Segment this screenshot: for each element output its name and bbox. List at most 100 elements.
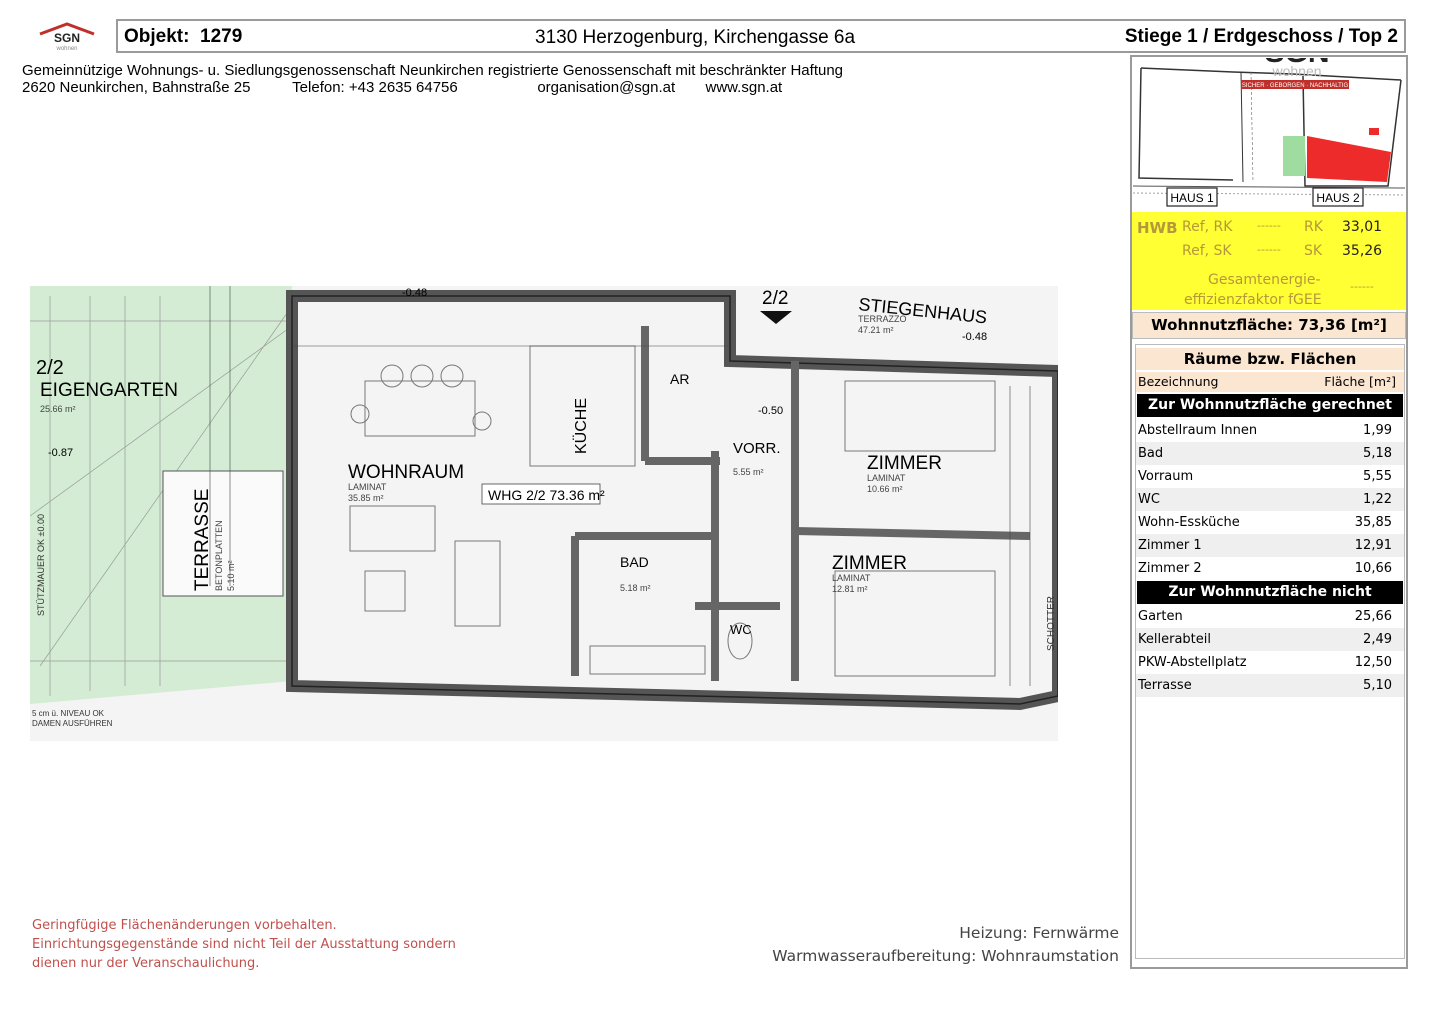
col-area: Fläche [m²] [1324,374,1396,389]
ref-sk-label: Ref, SK [1182,243,1232,259]
object-address: 3130 Herzogenburg, Kirchengasse 6a [535,27,856,48]
object-label: Objekt: [124,26,190,47]
logo-subtext: wohnen [55,46,77,52]
rooms-title: Räume bzw. Flächen [1136,348,1404,370]
company-email: organisation@sgn.at [537,79,676,96]
room-name: Kellerabteil [1138,632,1211,647]
room-area: 5,18 [1363,446,1392,461]
wohnraum-area: 35.85 m² [348,493,384,503]
room-area: 12,91 [1354,538,1392,553]
room-name: Vorraum [1138,469,1194,484]
room-area: 12,50 [1354,655,1392,670]
room-row: Wohn-Essküche 35,85 [1136,511,1404,534]
room-area: 25,66 [1354,609,1392,624]
heating: Heizung: Fernwärme [959,924,1119,942]
zimmer2-floor: LAMINAT [832,573,871,583]
energy-box: HWB Ref, RK ------ RK 33,01 Ref, SK ----… [1132,212,1406,310]
stiegenhaus-floor: TERRAZZO [858,314,907,324]
schotter-label: SCHOTTER [1046,596,1057,651]
room-row: Bad 5,18 [1136,442,1404,465]
niveau-note-1: 5 cm ü. NIVEAU OK [32,709,105,718]
fgee-label-1: Gesamtenergie- [1208,272,1321,288]
floor-plan: 2/2 EIGENGARTEN 25.66 m² TERRASSE BETONP… [30,286,1058,741]
hot-water: Warmwasseraufbereitung: Wohnraumstation [772,947,1119,965]
ref-rk-value: ------ [1257,219,1281,232]
hwb-label: HWB [1137,219,1178,237]
company-street: 2620 Neunkirchen, Bahnstraße 25 [22,79,251,96]
company-contact: 2620 Neunkirchen, Bahnstraße 25 Telefon:… [22,79,782,96]
object-number: 1279 [200,26,243,47]
stuetzmauer-label: STÜTZMAUER OK ±0.00 [36,514,46,616]
haus2-label: HAUS 2 [1316,191,1360,205]
level-3: -0.50 [758,405,783,417]
room-name: Abstellraum Innen [1138,423,1258,438]
room-area: 5,55 [1363,469,1392,484]
room-name: Wohn-Essküche [1138,515,1240,530]
zimmer2-label: ZIMMER [832,553,907,574]
section-included: Zur Wohnnutzfläche gerechnet [1137,394,1403,417]
level-1: -0.48 [402,287,427,299]
wohnraum-label: WOHNRAUM [348,462,464,483]
section-excluded: Zur Wohnnutzfläche nicht gerechnet [1137,581,1403,623]
room-row: Garten 25,66 [1136,605,1404,628]
watermark-slogan: SICHER · GEBORGEN · NACHHALTIG [1242,83,1349,89]
niveau-note-2: DAMEN AUSFÜHREN [32,719,113,728]
room-name: Bad [1138,446,1164,461]
eigengarten-label: EIGENGARTEN [40,380,178,401]
vorr-label: VORR. [733,440,781,457]
room-name: WC [1138,492,1160,507]
room-row: WC 1,22 [1136,488,1404,511]
wc-label: WC [730,622,752,637]
terrasse-label: TERRASSE [192,489,213,591]
ar-label: AR [670,371,689,387]
company-name: Gemeinnützige Wohnungs- u. Siedlungsgeno… [22,62,844,79]
room-area: 35,85 [1354,515,1392,530]
vorr-area: 5.55 m² [733,467,764,477]
room-area: 2,49 [1363,632,1392,647]
company-web: www.sgn.at [705,79,783,96]
company-phone: Telefon: +43 2635 64756 [292,79,458,96]
room-name: PKW-Abstellplatz [1138,655,1247,670]
eigengarten-nr: 2/2 [36,357,64,379]
site-plan: HAUS 1 HAUS 2 SGN wohnen SICHER · GEBORG… [1133,58,1405,210]
eigengarten-area: 25.66 m² [40,404,76,414]
zimmer1-label: ZIMMER [867,453,942,474]
haus1-label: HAUS 1 [1170,191,1214,205]
ref-sk-value: ------ [1257,243,1281,256]
heating-info: Heizung: Fernwärme Warmwasseraufbereitun… [772,922,1119,968]
rk-label: RK [1304,219,1323,235]
logo-text: SGN [54,31,80,45]
terrasse-sub: BETONPLATTEN [214,520,224,591]
unit-location: Stiege 1 / Erdgeschoss / Top 2 [1124,26,1398,47]
disclaimer: Geringfügige Flächenänderungen vorbehalt… [32,916,456,973]
total-area: Wohnnutzfläche: 73,36 [m²] [1132,312,1406,339]
watermark-logo-sub: wohnen [1271,63,1321,79]
room-name: Zimmer 2 [1138,561,1202,576]
room-area: 10,66 [1354,561,1392,576]
room-area: 1,22 [1363,492,1392,507]
disclaimer-line-2: Einrichtungsgegenstände sind nicht Teil … [32,937,456,952]
room-name: Zimmer 1 [1138,538,1202,553]
zimmer2-area: 12.81 m² [832,584,868,594]
room-row: Zimmer 2 10,66 [1136,557,1404,580]
wohnraum-floor: LAMINAT [348,482,387,492]
room-name: Garten [1138,609,1183,624]
disclaimer-line-1: Geringfügige Flächenänderungen vorbehalt… [32,918,337,933]
level-4: -0.87 [48,447,73,459]
fgee-label-2: effizienzfaktor fGEE [1184,292,1322,308]
terrasse-area: 5.10 m² [226,560,236,591]
rk-value: 33,01 [1342,219,1383,235]
room-row: Vorraum 5,55 [1136,465,1404,488]
top-number: 2/2 [762,288,788,309]
zimmer1-floor: LAMINAT [867,473,906,483]
room-row: Terrasse 5,10 [1136,674,1404,697]
object-title: Objekt: 1279 [124,26,242,48]
sk-value: 35,26 [1342,243,1383,259]
sgn-logo: SGN wohnen [39,22,95,52]
fgee-value: ------ [1350,280,1374,293]
zimmer1-area: 10.66 m² [867,484,903,494]
sk-label: SK [1304,243,1323,259]
rooms-header: Bezeichnung Fläche [m²] [1136,372,1404,392]
room-name: Terrasse [1138,678,1192,693]
ref-rk-label: Ref, RK [1182,219,1233,235]
